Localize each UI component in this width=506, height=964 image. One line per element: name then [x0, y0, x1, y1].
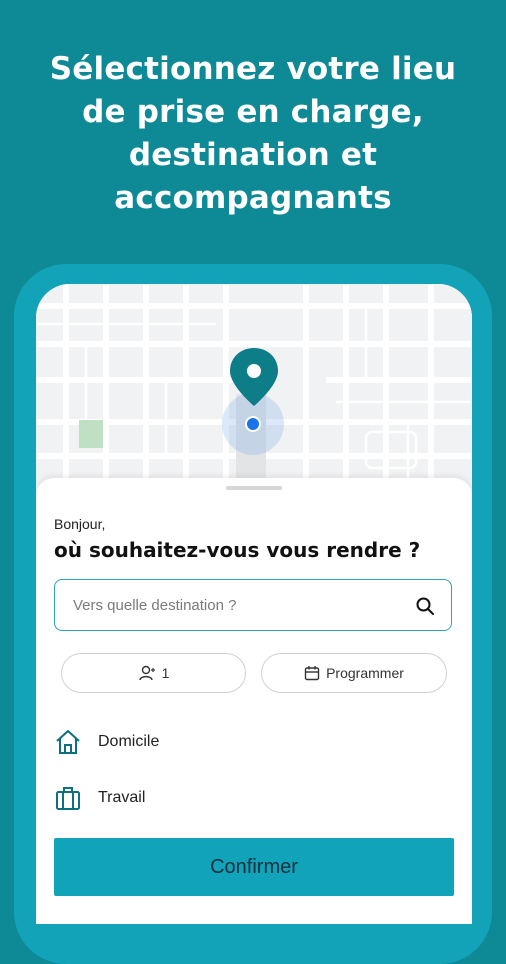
destination-search-input[interactable]: Vers quelle destination ? [54, 579, 452, 631]
location-pin-icon [230, 348, 278, 406]
schedule-label: Programmer [326, 665, 404, 681]
search-placeholder: Vers quelle destination ? [73, 597, 237, 614]
drag-handle[interactable] [226, 486, 282, 490]
passengers-count: 1 [161, 665, 170, 681]
calendar-icon [304, 666, 320, 681]
headline-line: accompagnants [114, 180, 392, 216]
map[interactable] [36, 284, 472, 494]
confirm-button[interactable]: Confirmer [54, 838, 454, 896]
saved-place-home[interactable]: Domicile [54, 728, 159, 756]
search-icon[interactable] [415, 596, 435, 616]
passengers-button[interactable]: 1 [61, 653, 246, 693]
bottom-sheet: Bonjour, où souhaitez-vous vous rendre ?… [36, 478, 472, 924]
saved-place-label: Domicile [98, 733, 160, 750]
home-icon [56, 730, 80, 754]
headline-line: de prise en charge, [82, 94, 424, 130]
headline-line: destination et [128, 137, 378, 173]
schedule-button[interactable]: Programmer [261, 653, 447, 693]
phone-screen: Bonjour, où souhaitez-vous vous rendre ?… [36, 284, 472, 924]
saved-place-work[interactable]: Travail [54, 784, 145, 812]
headline-line: Sélectionnez votre lieu [49, 51, 457, 87]
briefcase-icon [56, 787, 80, 810]
headline: Sélectionnez votre lieu de prise en char… [0, 48, 506, 220]
saved-place-label: Travail [98, 789, 146, 806]
person-icon [138, 665, 155, 681]
greeting: Bonjour, [54, 516, 106, 532]
destination-question: où souhaitez-vous vous rendre ? [54, 538, 421, 562]
